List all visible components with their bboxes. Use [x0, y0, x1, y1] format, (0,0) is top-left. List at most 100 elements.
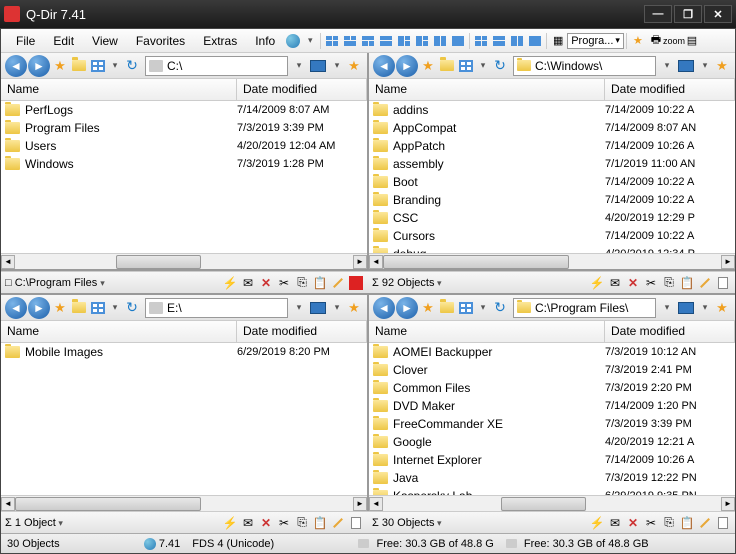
- tr-folder-icon[interactable]: [438, 57, 456, 75]
- bl-view-icon[interactable]: [89, 299, 107, 317]
- tl-header-name[interactable]: Name: [1, 79, 237, 100]
- layout-3a-icon[interactable]: [342, 33, 358, 49]
- menu-info[interactable]: Info: [246, 32, 284, 50]
- menu-extras[interactable]: Extras: [194, 32, 246, 50]
- tl-view-icon[interactable]: [89, 57, 107, 75]
- bl-folder-icon[interactable]: [70, 299, 88, 317]
- br-back-button[interactable]: ◄: [373, 297, 395, 319]
- br-page-icon[interactable]: [715, 515, 731, 531]
- tl-copy-icon[interactable]: ⎘: [294, 275, 310, 291]
- bl-mail-icon[interactable]: ✉: [240, 515, 256, 531]
- layout-vsplit-icon[interactable]: [432, 33, 448, 49]
- layout-single-icon[interactable]: [450, 33, 466, 49]
- tr-lightning-icon[interactable]: ⚡: [589, 275, 605, 291]
- list-item[interactable]: assembly7/1/2019 11:00 AN: [369, 155, 735, 173]
- tl-paste-icon[interactable]: 📋: [312, 275, 328, 291]
- layout-quad-icon[interactable]: [324, 33, 340, 49]
- tr-view-dropdown[interactable]: ▾: [476, 60, 490, 71]
- tl-monitor-icon[interactable]: [310, 60, 326, 72]
- tr-refresh-icon[interactable]: ↻: [491, 57, 509, 75]
- br-filelist[interactable]: AOMEI Backupper7/3/2019 10:12 ANClover7/…: [369, 343, 735, 495]
- tr-favorite-icon[interactable]: ★: [419, 57, 437, 75]
- list-item[interactable]: Kaspersky Lab6/29/2019 9:35 PN: [369, 487, 735, 495]
- layout-alt2-icon[interactable]: [491, 33, 507, 49]
- tr-monitor-icon[interactable]: [678, 60, 694, 72]
- tl-folder-icon[interactable]: [70, 57, 88, 75]
- tr-paste-icon[interactable]: 📋: [679, 275, 695, 291]
- br-mail-icon[interactable]: ✉: [607, 515, 623, 531]
- bl-header-name[interactable]: Name: [1, 321, 237, 342]
- br-fav2-icon[interactable]: ★: [713, 299, 731, 317]
- app-list-icon[interactable]: ▦: [550, 33, 566, 49]
- tl-monitor-dropdown[interactable]: ▾: [330, 60, 344, 71]
- tr-back-button[interactable]: ◄: [373, 55, 395, 77]
- menu-edit[interactable]: Edit: [44, 32, 83, 50]
- close-button[interactable]: ✕: [704, 5, 732, 23]
- br-cut-icon[interactable]: ✂: [643, 515, 659, 531]
- br-edit-icon[interactable]: [697, 515, 713, 531]
- list-item[interactable]: AOMEI Backupper7/3/2019 10:12 AN: [369, 343, 735, 361]
- layout-hsplit-icon[interactable]: [378, 33, 394, 49]
- br-path-dropdown[interactable]: ▾: [660, 302, 674, 313]
- globe-icon[interactable]: [285, 33, 301, 49]
- tl-record-icon[interactable]: [348, 275, 364, 291]
- list-item[interactable]: AppPatch7/14/2009 10:26 A: [369, 137, 735, 155]
- list-item[interactable]: Clover7/3/2019 2:41 PM: [369, 361, 735, 379]
- favorite-icon[interactable]: ★: [630, 33, 646, 49]
- layout-alt3-icon[interactable]: [509, 33, 525, 49]
- br-monitor-icon[interactable]: [678, 302, 694, 314]
- tr-address-bar[interactable]: C:\Windows\: [513, 56, 656, 76]
- tr-monitor-dropdown[interactable]: ▾: [698, 60, 712, 71]
- tl-cut-icon[interactable]: ✂: [276, 275, 292, 291]
- tr-header-name[interactable]: Name: [369, 79, 605, 100]
- list-item[interactable]: Google4/20/2019 12:21 A: [369, 433, 735, 451]
- bl-copy-icon[interactable]: ⎘: [294, 515, 310, 531]
- tr-header-date[interactable]: Date modified: [605, 79, 735, 100]
- layout-3b-icon[interactable]: [360, 33, 376, 49]
- bl-monitor-icon[interactable]: [310, 302, 326, 314]
- list-item[interactable]: PerfLogs7/14/2009 8:07 AM: [1, 101, 367, 119]
- menu-view[interactable]: View: [83, 32, 127, 50]
- br-hscroll[interactable]: ◄►: [369, 495, 735, 511]
- br-forward-button[interactable]: ►: [396, 297, 418, 319]
- list-item[interactable]: DVD Maker7/14/2009 1:20 PN: [369, 397, 735, 415]
- br-paste-icon[interactable]: 📋: [679, 515, 695, 531]
- br-address-bar[interactable]: C:\Program Files\: [513, 298, 656, 318]
- globe-dropdown[interactable]: ▾: [303, 33, 317, 49]
- tr-fav2-icon[interactable]: ★: [713, 57, 731, 75]
- bl-lightning-icon[interactable]: ⚡: [222, 515, 238, 531]
- bl-address-bar[interactable]: E:\: [145, 298, 288, 318]
- tr-hscroll[interactable]: ◄►: [369, 253, 735, 269]
- tr-forward-button[interactable]: ►: [396, 55, 418, 77]
- tr-filelist[interactable]: addins7/14/2009 10:22 AAppCompat7/14/200…: [369, 101, 735, 253]
- bl-refresh-icon[interactable]: ↻: [123, 299, 141, 317]
- list-item[interactable]: CSC4/20/2019 12:29 P: [369, 209, 735, 227]
- br-folder-icon[interactable]: [438, 299, 456, 317]
- bl-path-dropdown[interactable]: ▾: [292, 302, 306, 313]
- bl-hscroll[interactable]: ◄►: [1, 495, 367, 511]
- list-item[interactable]: Boot7/14/2009 10:22 A: [369, 173, 735, 191]
- list-item[interactable]: Mobile Images6/29/2019 8:20 PM: [1, 343, 367, 361]
- bl-forward-button[interactable]: ►: [28, 297, 50, 319]
- tl-fav2-icon[interactable]: ★: [345, 57, 363, 75]
- bl-delete-icon[interactable]: ✕: [258, 515, 274, 531]
- tl-favorite-icon[interactable]: ★: [51, 57, 69, 75]
- tl-address-bar[interactable]: C:\: [145, 56, 288, 76]
- br-header-date[interactable]: Date modified: [605, 321, 735, 342]
- list-item[interactable]: Branding7/14/2009 10:22 A: [369, 191, 735, 209]
- list-item[interactable]: Internet Explorer7/14/2009 10:26 A: [369, 451, 735, 469]
- br-monitor-dropdown[interactable]: ▾: [698, 302, 712, 313]
- bl-filelist[interactable]: Mobile Images6/29/2019 8:20 PM: [1, 343, 367, 495]
- layout-alt4-icon[interactable]: [527, 33, 543, 49]
- br-view-icon[interactable]: [457, 299, 475, 317]
- tl-back-button[interactable]: ◄: [5, 55, 27, 77]
- bl-page-icon[interactable]: [348, 515, 364, 531]
- br-refresh-icon[interactable]: ↻: [491, 299, 509, 317]
- print-icon[interactable]: 🖶: [648, 33, 664, 49]
- tr-edit-icon[interactable]: [697, 275, 713, 291]
- tr-path-dropdown[interactable]: ▾: [660, 60, 674, 71]
- list-item[interactable]: Cursors7/14/2009 10:22 A: [369, 227, 735, 245]
- tl-path-dropdown[interactable]: ▾: [292, 60, 306, 71]
- bl-view-dropdown[interactable]: ▾: [108, 302, 122, 313]
- bl-edit-icon[interactable]: [330, 515, 346, 531]
